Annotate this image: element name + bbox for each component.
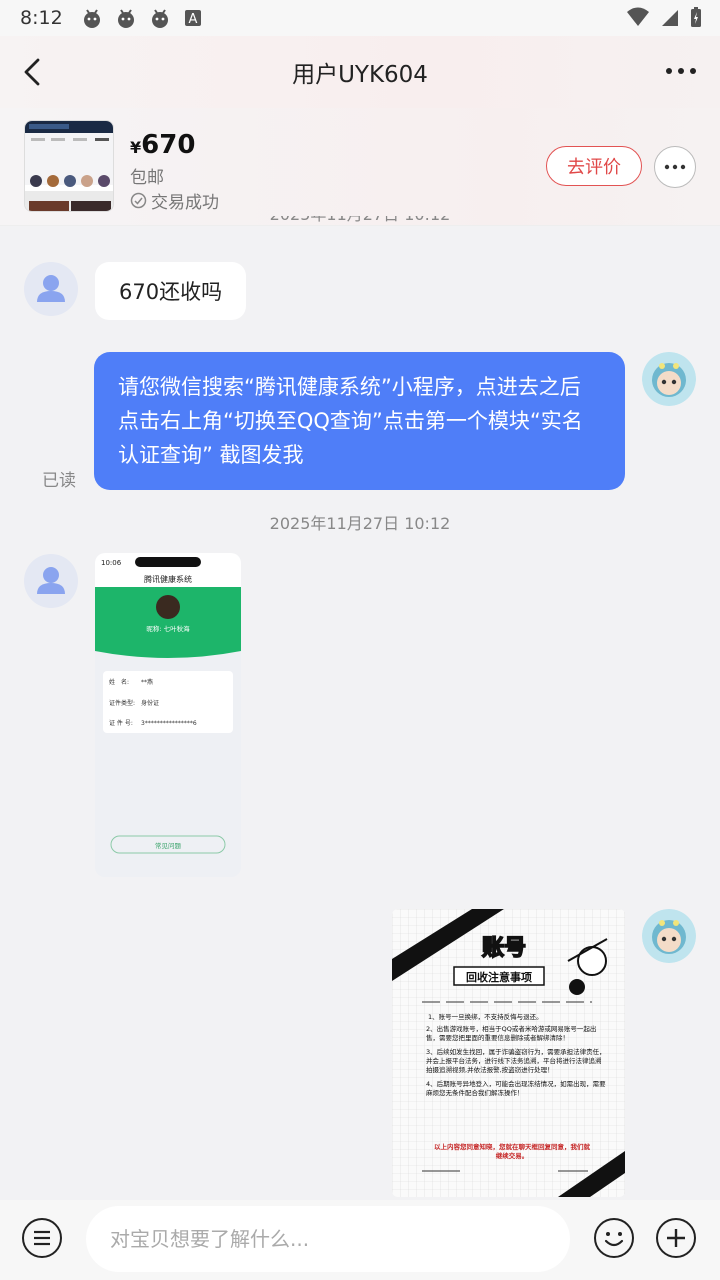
page-title: 用户UYK604 (292, 62, 428, 88)
notice-footer: 以上内容您同意知晓，您就在聊天框回复同意，我们就继续交易。 (434, 1143, 590, 1160)
product-thumbnail[interactable] (24, 120, 114, 212)
chat-header: 用户UYK604 (0, 36, 720, 108)
smiley-icon (604, 1232, 624, 1247)
currency-symbol: ¥ (130, 138, 142, 157)
avatar-self[interactable] (642, 909, 696, 963)
timestamp-text: 2025年11月27日 10:12 (270, 216, 451, 224)
review-button[interactable]: 去评价 (546, 146, 642, 186)
menu-button[interactable] (22, 1218, 62, 1258)
avatar-self[interactable] (642, 352, 696, 406)
product-price: ¥670 (130, 130, 195, 160)
shot-nickname: 昵称: 七叶秋海 (146, 624, 190, 633)
shot-status-time: 10:06 (101, 559, 122, 567)
timestamp: 2025年11月27日 10:12 (269, 514, 451, 533)
user-placeholder-icon (37, 275, 65, 302)
more-options-icon[interactable] (664, 58, 698, 84)
back-arrow-icon[interactable] (18, 54, 50, 90)
more-dots-icon (664, 164, 686, 170)
notice-rule-3: 3、后续如发生找回，属于诈骗盗窃行为，需要承担法律责任，并会上报平台法务，进行线… (426, 1048, 606, 1074)
android-robot-icon (151, 9, 168, 28)
add-button[interactable] (656, 1218, 696, 1258)
shot-name-label: 姓 名: (109, 678, 129, 686)
plus-icon (667, 1229, 685, 1247)
shot-idtype-label: 证件类型: (109, 699, 135, 707)
emoji-button[interactable] (594, 1218, 634, 1258)
deal-status: 交易成功 (130, 188, 219, 213)
image-message-realname[interactable]: 10:06 腾讯健康系统 昵称: 七叶秋海 姓 名: **燕 证件类型: 身份证… (95, 553, 241, 877)
wifi-icon (627, 7, 649, 26)
shipping-info: 包邮 (130, 168, 164, 188)
notice-rule-1: 1、账号一旦换绑，不支持反悔与退还。 (428, 1012, 543, 1021)
android-robot-icon (117, 9, 134, 28)
status-bar: 8:12 A (0, 0, 720, 36)
message-bubble-self[interactable]: 请您微信搜索“腾讯健康系统”小程序，点进去之后点击右上角“切换至QQ查询”点击第… (94, 352, 625, 490)
price-value: 670 (141, 130, 196, 160)
android-robot-icon (83, 9, 100, 28)
shot-idtype-value: 身份证 (141, 699, 159, 707)
svg-text:A: A (188, 12, 197, 27)
message-input[interactable] (86, 1206, 570, 1272)
shot-app-title: 腾讯健康系统 (144, 574, 192, 584)
deal-status-text: 交易成功 (151, 193, 219, 213)
menu-lines-icon (34, 1230, 50, 1246)
notice-title: 账号 (482, 936, 526, 961)
notice-rule-2: 2、出售游戏账号，相当于QQ或者米哈游或网易账号一起出售，需要您把里面的重要信息… (426, 1025, 597, 1042)
signal-icon (662, 10, 678, 26)
product-more-button[interactable] (654, 146, 696, 188)
avatar[interactable] (24, 554, 78, 608)
shot-name-value: **燕 (141, 678, 153, 686)
product-card[interactable]: ¥670 包邮 交易成功 去评价 (0, 108, 720, 226)
message-bubble[interactable]: 670还收吗 (95, 262, 247, 320)
shot-idno-value: 3****************6 (141, 720, 197, 727)
font-a-icon: A (184, 10, 201, 27)
image-message-notice[interactable]: 账号 回收注意事项 1、账号一旦换绑，不支持反悔与退还。 2、出售游戏账号，相当… (392, 909, 625, 1197)
avatar[interactable] (24, 262, 78, 316)
timestamp-partial: 2025年11月27日 10:12 (0, 216, 720, 230)
read-receipt: 已读 (42, 471, 76, 491)
shot-bottom-btn: 常见问题 (155, 841, 182, 850)
notice-rule-4: 4、后期账号异地登入，可能会出现冻结情况，如需出现，需要麻烦您无条件配合我们解冻… (426, 1080, 606, 1097)
battery-icon (691, 7, 701, 27)
composer-bar (0, 1200, 720, 1280)
notice-subtitle: 回收注意事项 (466, 970, 532, 984)
user-placeholder-icon (37, 567, 65, 594)
check-circle-icon (130, 192, 147, 209)
shot-idno-label: 证 件 号: (109, 719, 133, 727)
status-time: 8:12 (20, 7, 63, 29)
